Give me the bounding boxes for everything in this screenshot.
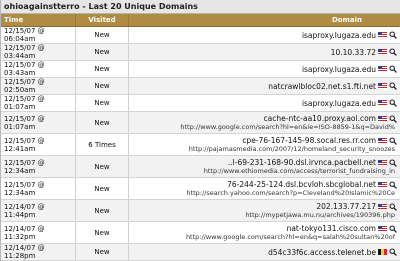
domain-name[interactable]: 10.10.33.72 [331,48,376,57]
visit-count: New [76,244,129,260]
magnifier-icon[interactable] [389,202,397,211]
table-body: 12/15/07 @ 06:04am New isaproxy.lugaza.edu… [1,27,400,261]
magnifier-icon[interactable] [389,31,397,39]
visit-count: New [76,61,129,77]
us-flag-icon [378,159,387,166]
column-header-domain: Domain [331,16,362,24]
us-flag-icon [378,137,387,144]
table-row: 12/15/07 @ 03:43am New isaproxy.lugaza.edu [1,61,400,78]
visit-time: 12/15/07 @ 12:41am [1,134,76,155]
visit-count: New [76,95,129,111]
magnifier-icon[interactable] [389,82,397,90]
domain-name[interactable]: nat-tokyo131.cisco.com [287,224,376,233]
table-row: 12/15/07 @ 06:04am New isaproxy.lugaza.edu [1,27,400,44]
visit-count: 6 Times [76,134,129,155]
domain-cell: ..l-69-231-168-90.dsl.irvnca.pacbell.net… [129,156,400,177]
visit-time: 12/15/07 @ 06:04am [1,27,76,43]
visit-time: 12/15/07 @ 12:34am [1,178,76,199]
visit-count: New [76,156,129,177]
table-row: 12/14/07 @ 11:28pm New d54c33f6c.access.te… [1,244,400,261]
domain-cell: 202.133.77.217 http://mypetjawa.mu.nu/arc… [129,200,400,221]
us-flag-icon [378,32,387,38]
domain-name[interactable]: cache-ntc-aa10.proxy.aol.com [264,114,376,123]
table-row: 12/15/07 @ 01:07am New isaproxy.lugaza.edu [1,95,400,112]
us-flag-icon [378,225,387,232]
domain-cell: cache-ntc-aa10.proxy.aol.com http://www.g… [129,112,400,133]
referrer-url[interactable]: http://www.google.com/search?hl=en&ie=IS… [180,123,395,131]
recent-domains-panel: ohioagainstterro - Last 20 Unique Domain… [0,0,400,261]
domain-cell: nat-tokyo131.cisco.com http://www.google.… [129,222,400,243]
visit-time: 12/14/07 @ 11:44pm [1,200,76,221]
domain-cell: d54c33f6c.access.telenet.be [129,244,400,260]
table-row: 12/15/07 @ 01:07am New cache-ntc-aa10.prox… [1,112,400,134]
visit-time: 12/15/07 @ 03:44am [1,44,76,60]
column-header-time: Time [1,14,76,26]
visit-count: New [76,112,129,133]
magnifier-icon[interactable] [389,180,397,189]
column-header-visited: Visited [76,14,129,26]
magnifier-icon[interactable] [389,158,397,167]
table-row: 12/14/07 @ 11:44pm New 202.133.77.217 http:… [1,200,400,222]
visit-count: New [76,178,129,199]
magnifier-icon[interactable] [389,114,397,123]
panel-title: ohioagainstterro - Last 20 Unique Domain… [1,0,400,14]
visit-time: 12/15/07 @ 01:07am [1,95,76,111]
referrer-url[interactable]: http://www.ethiomedia.com/access/terrori… [204,167,395,175]
magnifier-icon[interactable] [389,248,397,256]
domain-name[interactable]: isaproxy.lugaza.edu [302,31,376,40]
table-row: 12/15/07 @ 03:44am New 10.10.33.72 [1,44,400,61]
table-row: 12/15/07 @ 12:34am New ..l-69-231-168-90.d… [1,156,400,178]
us-flag-icon [378,115,387,122]
visit-count: New [76,200,129,221]
table-row: 12/15/07 @ 12:34am New 76-244-25-124.dsl.b… [1,178,400,200]
referrer-url[interactable]: http://pajamasmedia.com/2007/12/homeland… [189,145,395,153]
domain-name[interactable]: natcrawlbloc02.net.s1.fti.net [268,82,376,91]
magnifier-icon[interactable] [389,99,397,107]
visit-count: New [76,222,129,243]
domain-name[interactable]: 76-244-25-124.dsl.bcvloh.sbcglobal.net [227,180,376,189]
visit-time: 12/14/07 @ 11:32pm [1,222,76,243]
domain-cell: natcrawlbloc02.net.s1.fti.net [129,78,400,94]
table-row: 12/14/07 @ 11:32pm New nat-tokyo131.cisco.… [1,222,400,244]
table-row: 12/15/07 @ 02:50am New natcrawlbloc02.net.… [1,78,400,95]
us-flag-icon [378,66,387,72]
referrer-url[interactable]: http://mypetjawa.mu.nu/archives/190396.p… [245,211,395,219]
table-header: Time Visited Domain [1,14,400,27]
domain-name[interactable]: ..l-69-231-168-90.dsl.irvnca.pacbell.net [228,158,376,167]
visit-count: New [76,78,129,94]
visit-time: 12/14/07 @ 11:28pm [1,244,76,260]
domain-cell: 10.10.33.72 [129,44,400,60]
referrer-url[interactable]: http://www.google.com/search?hl=en&q=sal… [186,233,395,241]
domain-name[interactable]: isaproxy.lugaza.edu [302,65,376,74]
magnifier-icon[interactable] [389,136,397,145]
domain-name[interactable]: isaproxy.lugaza.edu [302,99,376,108]
us-flag-icon [378,100,387,106]
domain-name[interactable]: 202.133.77.217 [316,202,376,211]
us-flag-icon [378,203,387,210]
magnifier-icon[interactable] [389,65,397,73]
us-flag-icon [378,181,387,188]
visit-time: 12/15/07 @ 12:34am [1,156,76,177]
magnifier-icon[interactable] [389,224,397,233]
magnifier-icon[interactable] [389,48,397,56]
domain-name[interactable]: cpe-76-167-145-98.socal.res.rr.com [242,136,376,145]
belgium-flag-icon [378,249,387,255]
visit-time: 12/15/07 @ 02:50am [1,78,76,94]
table-row: 12/15/07 @ 12:41am 6 Times cpe-76-167-145-… [1,134,400,156]
domain-cell: isaproxy.lugaza.edu [129,95,400,111]
visit-count: New [76,27,129,43]
domain-cell: cpe-76-167-145-98.socal.res.rr.com http:/… [129,134,400,155]
visit-count: New [76,44,129,60]
visit-time: 12/15/07 @ 01:07am [1,112,76,133]
domain-cell: 76-244-25-124.dsl.bcvloh.sbcglobal.net ht… [129,178,400,199]
visit-time: 12/15/07 @ 03:43am [1,61,76,77]
domain-name[interactable]: d54c33f6c.access.telenet.be [268,248,376,257]
domain-cell: isaproxy.lugaza.edu [129,27,400,43]
us-flag-icon [378,83,387,89]
domain-cell: isaproxy.lugaza.edu [129,61,400,77]
referrer-url[interactable]: http://search.yahoo.com/search?p=Clevela… [186,189,395,197]
us-flag-icon [378,49,387,55]
